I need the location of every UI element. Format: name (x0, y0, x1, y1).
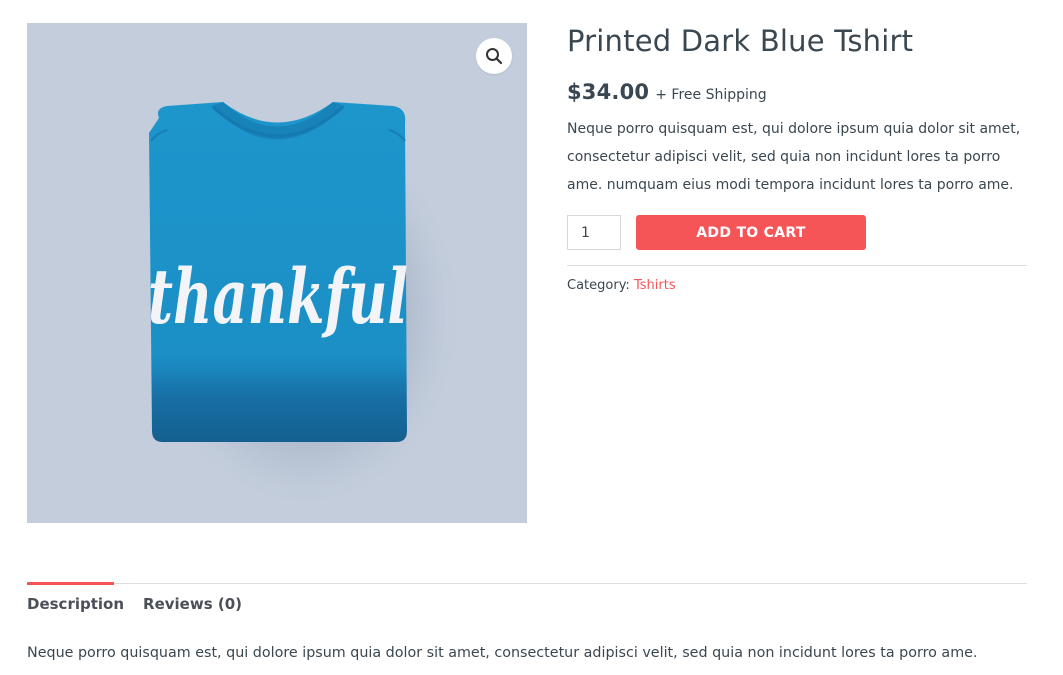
product-tabs: Description Reviews (0) (27, 595, 261, 613)
description-panel-text: Neque porro quisquam est, qui dolore ips… (27, 645, 978, 661)
product-meta: Category: Tshirts (567, 278, 1027, 293)
search-icon (486, 48, 503, 65)
product-title: Printed Dark Blue Tshirt (567, 24, 914, 58)
summary-divider (567, 265, 1027, 266)
tshirt-image[interactable]: thankful (27, 23, 527, 523)
category-label: Category: (567, 278, 630, 293)
tab-reviews[interactable]: Reviews (0) (143, 595, 242, 613)
active-tab-indicator (27, 582, 114, 585)
shirt-print-text: thankful (148, 252, 408, 341)
product-page: thankful Printed Dark Blue Tshirt $34.00… (0, 0, 1063, 675)
add-to-cart-form: ADD TO CART (567, 215, 1027, 250)
category-link[interactable]: Tshirts (634, 278, 676, 293)
tab-description[interactable]: Description (27, 595, 124, 613)
shipping-note: + Free Shipping (655, 87, 767, 103)
product-price: $34.00 (567, 80, 650, 104)
quantity-input[interactable] (567, 215, 621, 250)
product-gallery[interactable]: thankful (27, 23, 527, 523)
short-description: Neque porro quisquam est, qui dolore ips… (567, 121, 1021, 193)
price-row: $34.00 + Free Shipping (567, 80, 1027, 104)
product-summary: Printed Dark Blue Tshirt $34.00 + Free S… (567, 23, 1027, 293)
zoom-button[interactable] (476, 38, 512, 74)
add-to-cart-button[interactable]: ADD TO CART (636, 215, 866, 250)
tabs-divider (27, 583, 1027, 584)
